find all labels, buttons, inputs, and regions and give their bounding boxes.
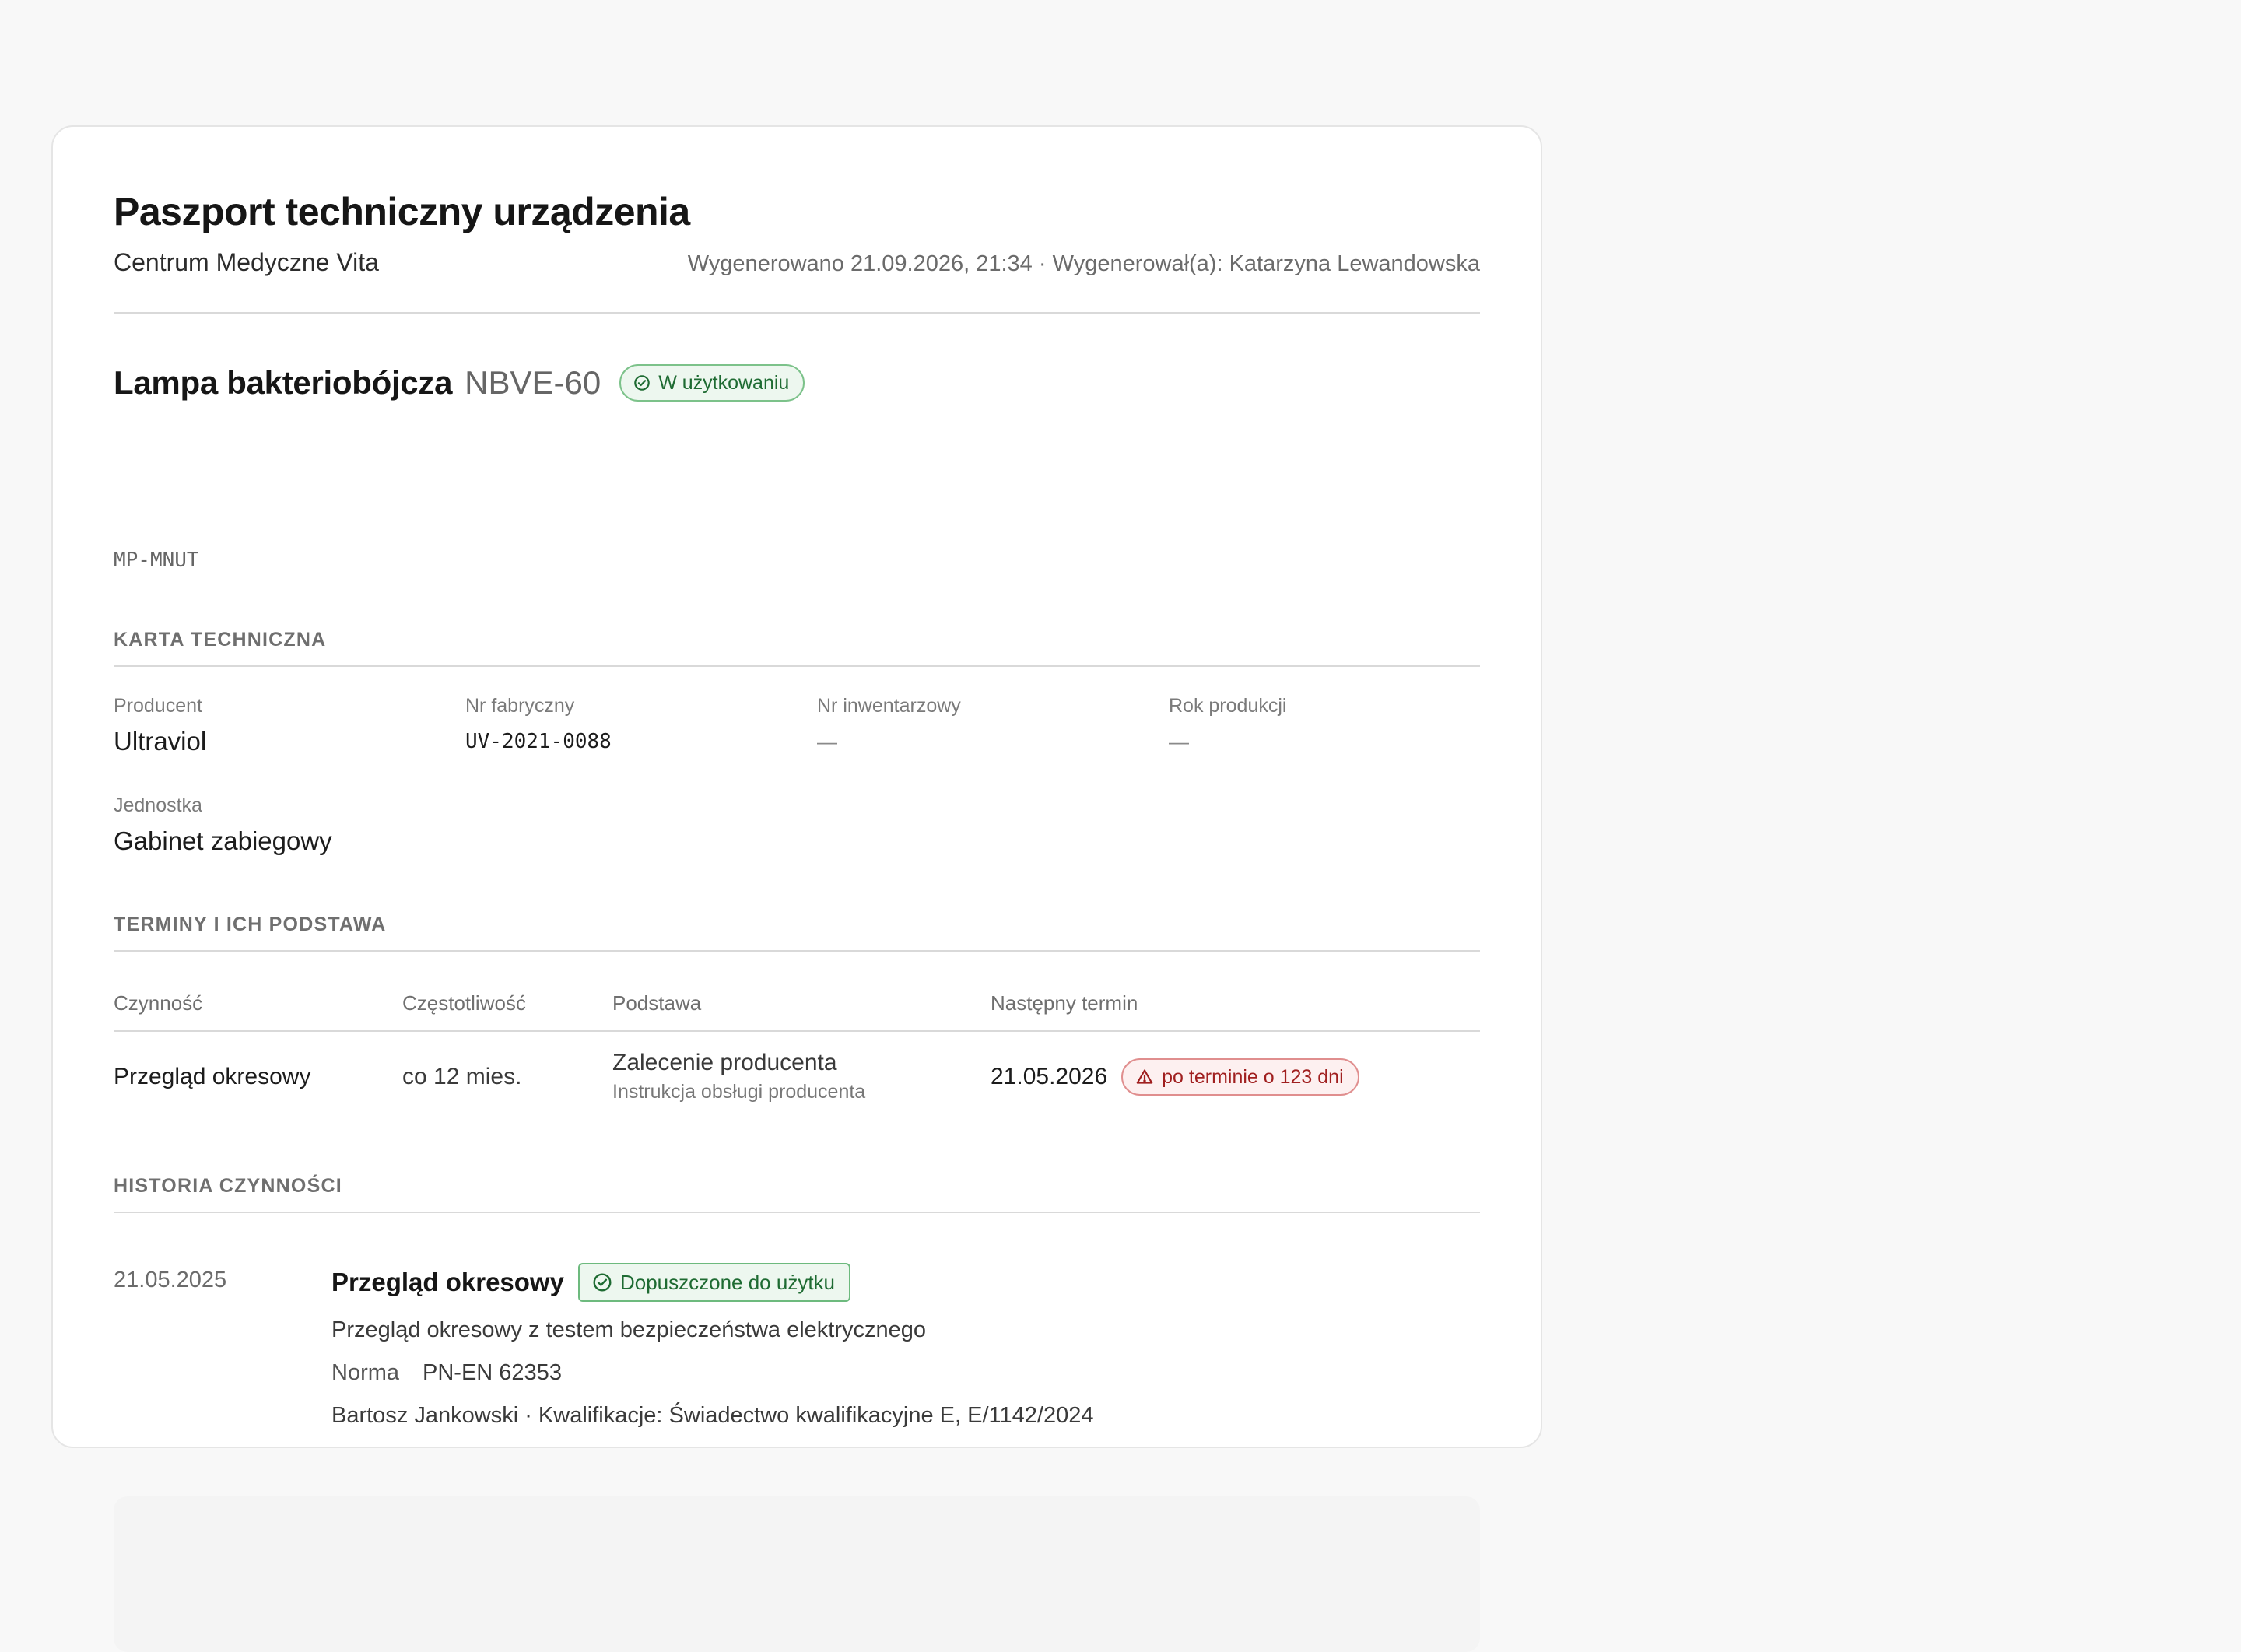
field-label: Producent xyxy=(114,695,202,717)
next-date: 21.05.2026 xyxy=(991,1064,1108,1089)
column-header-frequency: Częstotliwość xyxy=(402,991,526,1015)
history-entry-title: Przegląd okresowy xyxy=(331,1268,564,1296)
field-unit: Jednostka Gabinet zabiegowy xyxy=(114,794,332,856)
generated-info: Wygenerowano 21.09.2026, 21:34 · Wygener… xyxy=(687,251,1480,276)
cell-next-date: 21.05.2026 po terminie o 123 dni xyxy=(991,1058,1359,1096)
cell-frequency: co 12 mies. xyxy=(402,1064,522,1089)
field-production-year: Rok produkcji — xyxy=(1169,695,1286,754)
device-model: NBVE-60 xyxy=(465,364,601,401)
history-entry: Przegląd okresowy Dopuszczone do użytku … xyxy=(331,1263,1093,1429)
passport-card: Paszport techniczny urządzenia Centrum M… xyxy=(51,125,1542,1652)
page-title: Paszport techniczny urządzenia xyxy=(114,190,690,233)
norm-label: Norma xyxy=(331,1360,400,1385)
table-header-divider xyxy=(114,1030,1480,1032)
field-label: Rok produkcji xyxy=(1169,695,1287,717)
check-circle-icon xyxy=(634,375,651,391)
field-inventory-number: Nr inwentarzowy — xyxy=(817,695,961,754)
result-badge-label: Dopuszczone do użytku xyxy=(619,1270,835,1294)
basis-main: Zalecenie producenta xyxy=(612,1050,837,1075)
cell-activity: Przegląd okresowy xyxy=(114,1064,311,1089)
history-divider xyxy=(114,1212,1480,1213)
header-divider xyxy=(114,312,1480,314)
device-code: MP-MNUT xyxy=(114,549,199,572)
history-entry-date: 21.05.2025 xyxy=(114,1268,227,1292)
norm-value: PN-EN 62353 xyxy=(423,1360,562,1385)
field-value: — xyxy=(817,730,837,753)
section-title-tech-card: KARTA TECHNICZNA xyxy=(114,629,327,651)
check-circle-icon xyxy=(593,1273,612,1292)
section-title-schedule: TERMINY I ICH PODSTAWA xyxy=(114,914,387,935)
field-value: Gabinet zabiegowy xyxy=(114,826,332,855)
field-value: Ultraviol xyxy=(114,727,207,756)
tech-card-divider xyxy=(114,665,1480,667)
basis-detail: Instrukcja obsługi producenta xyxy=(612,1081,866,1103)
field-label: Nr fabryczny xyxy=(465,695,575,717)
result-badge: Dopuszczone do użytku xyxy=(577,1263,850,1302)
field-producer: Producent Ultraviol xyxy=(114,695,206,756)
history-entry-performer: Bartosz Jankowski · Kwalifikacje: Świade… xyxy=(331,1403,1094,1428)
column-header-next-date: Następny termin xyxy=(991,991,1138,1015)
organization-name: Centrum Medyczne Vita xyxy=(114,248,379,276)
status-badge: W użytkowaniu xyxy=(619,364,805,402)
history-entry-description: Przegląd okresowy z testem bezpieczeństw… xyxy=(331,1317,927,1342)
footer-panel xyxy=(114,1496,1480,1652)
field-label: Jednostka xyxy=(114,794,202,816)
field-serial-number: Nr fabryczny UV-2021-0088 xyxy=(465,695,612,753)
column-header-activity: Czynność xyxy=(114,991,203,1015)
field-value: — xyxy=(1169,730,1189,753)
section-title-history: HISTORIA CZYNNOŚCI xyxy=(114,1175,342,1197)
device-header: Lampa bakteriobójcza NBVE-60 W użytkowan… xyxy=(114,364,805,402)
field-value: UV-2021-0088 xyxy=(465,730,612,753)
field-label: Nr inwentarzowy xyxy=(817,695,961,717)
history-entry-norm: Norma PN-EN 62353 xyxy=(331,1360,1093,1386)
cell-basis: Zalecenie producenta Instrukcja obsługi … xyxy=(612,1050,865,1103)
schedule-divider xyxy=(114,950,1480,952)
overdue-badge: po terminie o 123 dni xyxy=(1121,1058,1359,1096)
history-entry-header: Przegląd okresowy Dopuszczone do użytku xyxy=(331,1263,1093,1302)
device-name: Lampa bakteriobójcza xyxy=(114,364,453,401)
column-header-basis: Podstawa xyxy=(612,991,702,1015)
status-badge-label: W użytkowaniu xyxy=(658,371,790,394)
warning-triangle-icon xyxy=(1136,1069,1153,1084)
overdue-badge-label: po terminie o 123 dni xyxy=(1162,1065,1344,1088)
